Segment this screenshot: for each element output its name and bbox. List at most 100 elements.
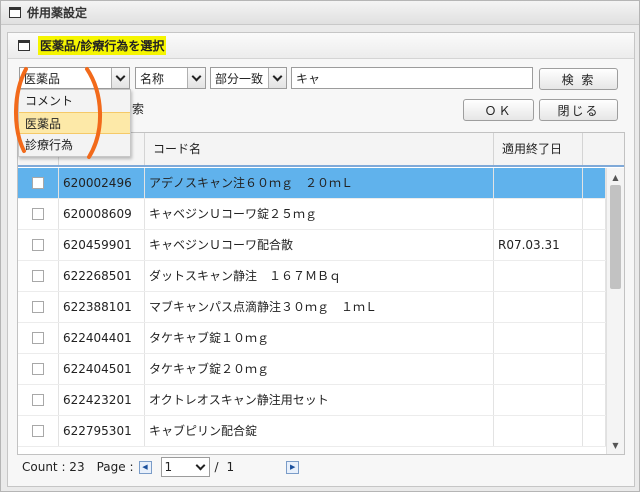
row-name: オクトレオスキャン静注用セット — [145, 385, 494, 415]
table-row[interactable]: 620008609 キャベジンＵコーワ錠２５ｍｇ — [18, 199, 606, 230]
row-spacer — [583, 292, 606, 322]
row-code: 622423201 — [59, 385, 145, 415]
table-row[interactable]: 622268501 ダットスキャン静注 １６７ＭＢｑ — [18, 261, 606, 292]
header-name-column[interactable]: コード名 — [145, 133, 494, 165]
row-spacer — [583, 230, 606, 260]
chevron-down-icon[interactable] — [193, 458, 209, 476]
table-row[interactable]: 622388101 マブキャンパス点滴静注３０ｍｇ １ｍＬ — [18, 292, 606, 323]
field-select[interactable]: 名称 — [135, 67, 206, 89]
row-checkbox-cell — [18, 230, 59, 260]
row-checkbox[interactable] — [32, 425, 44, 437]
next-page-icon[interactable]: ▶ — [286, 460, 300, 474]
row-checkbox[interactable] — [32, 363, 44, 375]
table-row[interactable]: 620002496 アデノスキャン注６０ｍｇ ２０ｍＬ — [18, 168, 606, 199]
keyword-input[interactable]: キャ — [291, 67, 533, 89]
search-button[interactable]: 検 索 — [539, 68, 618, 90]
row-checkbox[interactable] — [32, 394, 44, 406]
row-name: タケキャブ錠１０ｍｇ — [145, 323, 494, 353]
dropdown-option-comment[interactable]: コメント — [19, 90, 130, 112]
window-icon — [9, 7, 21, 18]
close-button[interactable]: 閉じる — [539, 99, 618, 121]
row-checkbox-cell — [18, 354, 59, 384]
row-name: キャブピリン配合錠 — [145, 416, 494, 446]
dropdown-option-procedure[interactable]: 診療行為 — [19, 134, 130, 156]
row-checkbox[interactable] — [32, 270, 44, 282]
category-select[interactable]: 医薬品 — [19, 67, 130, 89]
row-checkbox-cell — [18, 416, 59, 446]
grid-body: 620002496 アデノスキャン注６０ｍｇ ２０ｍＬ 620008609 キャベジン… — [18, 168, 606, 447]
row-name: タケキャブ錠２０ｍｇ — [145, 354, 494, 384]
scroll-thumb[interactable] — [610, 185, 621, 289]
row-name: アデノスキャン注６０ｍｇ ２０ｍＬ — [145, 168, 494, 198]
row-code: 622268501 — [59, 261, 145, 291]
row-code: 620459901 — [59, 230, 145, 260]
header-end-date-column[interactable]: 適用終了日 — [494, 133, 583, 165]
results-grid: コード名 適用終了日 620002496 アデノスキャン注６０ｍｇ ２０ｍＬ 620… — [17, 132, 625, 455]
panel-header: 医薬品/診療行為を選択 — [8, 33, 634, 59]
row-checkbox-cell — [18, 385, 59, 415]
keyword-input-value: キャ — [296, 71, 321, 86]
row-name: ダットスキャン静注 １６７ＭＢｑ — [145, 261, 494, 291]
window-titlebar: 併用薬設定 — [1, 1, 639, 25]
ok-button[interactable]: ＯＫ — [463, 99, 534, 121]
row-name: マブキャンパス点滴静注３０ｍｇ １ｍＬ — [145, 292, 494, 322]
row-end-date — [494, 292, 583, 322]
page-label: Page : — [96, 460, 134, 474]
row-end-date — [494, 199, 583, 229]
panel-title: 医薬品/診療行為を選択 — [38, 36, 167, 55]
scroll-down-icon[interactable]: ▼ — [607, 438, 624, 452]
table-row[interactable]: 622795301 キャブピリン配合錠 — [18, 416, 606, 447]
grid-footer: Count : 23 Page : ◀ 1 / 1 ▶ — [17, 455, 625, 479]
dropdown-option-drug[interactable]: 医薬品 — [19, 112, 130, 134]
row-spacer — [583, 354, 606, 384]
table-row[interactable]: 622423201 オクトレオスキャン静注用セット — [18, 385, 606, 416]
field-select-value: 名称 — [140, 71, 165, 86]
prev-page-icon[interactable]: ◀ — [138, 460, 152, 474]
row-checkbox-cell — [18, 261, 59, 291]
row-code: 622404401 — [59, 323, 145, 353]
row-spacer — [583, 261, 606, 291]
match-select-value: 部分一致 — [215, 71, 264, 86]
total-pages: 1 — [226, 460, 235, 474]
row-checkbox-cell — [18, 323, 59, 353]
row-end-date — [494, 385, 583, 415]
table-row[interactable]: 622404501 タケキャブ錠２０ｍｇ — [18, 354, 606, 385]
row-spacer — [583, 385, 606, 415]
row-end-date: R07.03.31 — [494, 230, 583, 260]
scroll-up-icon[interactable]: ▲ — [607, 170, 624, 184]
count-label: Count : 23 — [22, 460, 85, 474]
row-code: 622795301 — [59, 416, 145, 446]
row-spacer — [583, 199, 606, 229]
partial-label: 索 — [132, 102, 145, 116]
row-end-date — [494, 416, 583, 446]
row-checkbox[interactable] — [32, 177, 44, 189]
row-spacer — [583, 168, 606, 198]
row-checkbox-cell — [18, 292, 59, 322]
row-checkbox[interactable] — [32, 239, 44, 251]
row-code: 620002496 — [59, 168, 145, 198]
row-checkbox[interactable] — [32, 208, 44, 220]
row-checkbox[interactable] — [32, 301, 44, 313]
grid-scrollbar[interactable]: ▲ ▼ — [606, 168, 624, 454]
row-spacer — [583, 323, 606, 353]
match-select[interactable]: 部分一致 — [210, 67, 287, 89]
category-dropdown-list: コメント 医薬品 診療行為 — [18, 89, 131, 157]
page-separator: / — [214, 460, 219, 474]
chevron-down-icon[interactable] — [187, 68, 205, 88]
table-row[interactable]: 620459901 キャベジンＵコーワ配合散 R07.03.31 — [18, 230, 606, 261]
settings-window: 併用薬設定 医薬品/診療行為を選択 医薬品 名称 部分一致 キャ 検 索 索 Ｏ… — [0, 0, 640, 492]
row-code: 622388101 — [59, 292, 145, 322]
row-name: キャベジンＵコーワ配合散 — [145, 230, 494, 260]
row-name: キャベジンＵコーワ錠２５ｍｇ — [145, 199, 494, 229]
chevron-down-icon[interactable] — [268, 68, 286, 88]
row-checkbox[interactable] — [32, 332, 44, 344]
row-end-date — [494, 261, 583, 291]
row-checkbox-cell — [18, 168, 59, 198]
row-code: 620008609 — [59, 199, 145, 229]
row-end-date — [494, 354, 583, 384]
panel-icon — [18, 40, 30, 51]
table-row[interactable]: 622404401 タケキャブ錠１０ｍｇ — [18, 323, 606, 354]
row-end-date — [494, 168, 583, 198]
chevron-down-icon[interactable] — [111, 68, 129, 88]
page-select[interactable]: 1 — [160, 457, 210, 477]
